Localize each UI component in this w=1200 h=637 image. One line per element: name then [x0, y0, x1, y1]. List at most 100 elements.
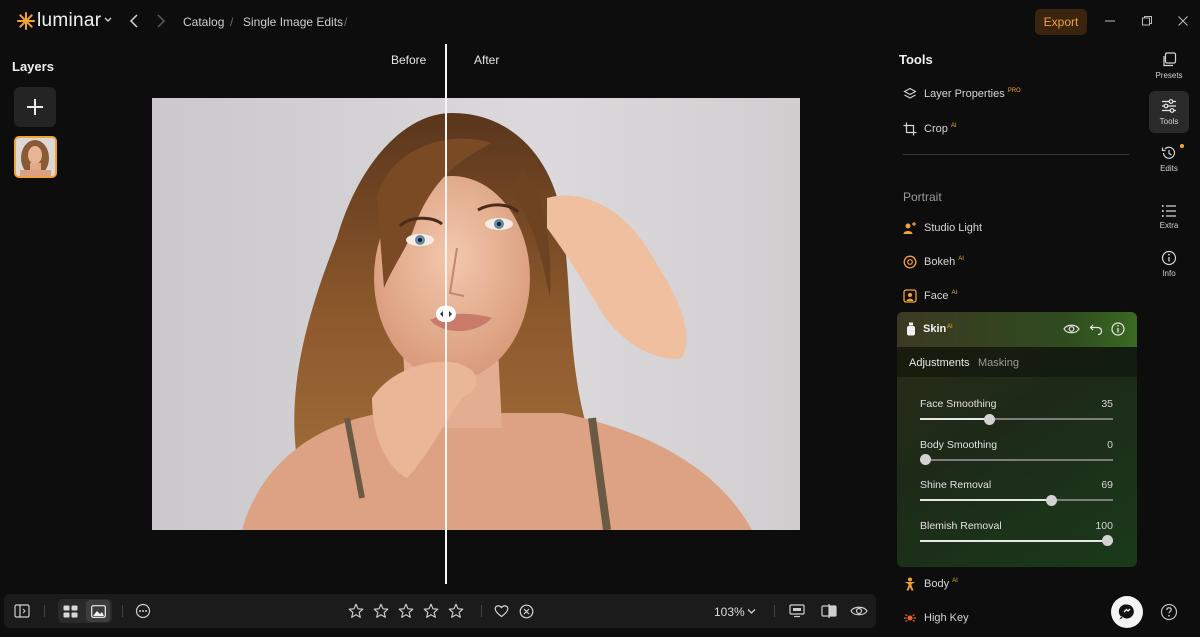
heart-icon [494, 605, 508, 618]
image-icon [90, 604, 106, 618]
tool-bokeh[interactable]: Bokeh AI [903, 252, 964, 272]
more-dots-icon [135, 603, 151, 619]
tool-high-key[interactable]: High Key [903, 608, 969, 628]
tab-adjustments[interactable]: Adjustments [909, 357, 970, 369]
ai-badge: AI [947, 324, 953, 330]
minimize-button[interactable] [1099, 10, 1121, 32]
help-icon[interactable] [1160, 603, 1178, 621]
single-image-view-button[interactable] [88, 601, 108, 621]
rating-star-2[interactable] [371, 601, 391, 621]
info-icon [1161, 250, 1177, 266]
tab-masking[interactable]: Masking [978, 357, 1019, 369]
bottom-toolbar: 103% [4, 594, 876, 628]
slider-label: Face Smoothing [920, 398, 997, 410]
slider-value[interactable]: 0 [1073, 439, 1113, 451]
preview-eye-button[interactable] [849, 601, 869, 621]
divider-drag-handle[interactable] [436, 306, 456, 322]
top-bar: luminar Catalog / Single Image Edits / E… [0, 0, 1200, 44]
skin-tool-header[interactable]: Skin AI [897, 312, 1137, 347]
tool-studio-light[interactable]: Studio Light [903, 218, 982, 238]
slider-knob[interactable] [1046, 494, 1057, 506]
ai-badge: AI [950, 122, 957, 129]
tool-label: High Key [924, 612, 969, 624]
close-window-button[interactable] [1172, 10, 1194, 32]
app-menu-chevron-icon[interactable] [103, 16, 113, 24]
sidebar-panel-icon [14, 604, 30, 618]
rail-info[interactable]: Info [1149, 243, 1189, 285]
star-icon [398, 603, 414, 618]
tool-face[interactable]: Face AI [903, 286, 957, 306]
tool-layer-properties[interactable]: Layer Properties PRO [903, 84, 1021, 104]
chat-assistant-button[interactable] [1111, 596, 1143, 628]
reject-button[interactable] [516, 601, 536, 621]
visibility-eye-icon[interactable] [1063, 323, 1080, 335]
plus-icon [27, 99, 43, 115]
rating-star-5[interactable] [446, 601, 466, 621]
slider-fill [920, 499, 1053, 501]
rating-star-3[interactable] [396, 601, 416, 621]
portrait-section-title: Portrait [903, 190, 942, 204]
reset-undo-icon[interactable] [1089, 322, 1103, 336]
layer-thumbnail[interactable] [14, 136, 57, 178]
list-icon [1161, 205, 1176, 217]
rail-tools[interactable]: Tools [1149, 91, 1189, 133]
ai-badge: AI [951, 289, 958, 296]
slider-value[interactable]: 69 [1073, 479, 1113, 491]
drag-arrows-icon [440, 311, 452, 317]
presets-icon [1163, 52, 1177, 67]
rail-label: Presets [1155, 71, 1183, 80]
info-icon[interactable] [1111, 322, 1125, 336]
grid-icon [63, 605, 77, 617]
slider-knob[interactable] [920, 454, 931, 465]
luminar-logo-icon [17, 12, 35, 30]
ai-badge: AI [952, 577, 958, 584]
before-after-toggle-button[interactable] [819, 601, 839, 621]
high-key-icon [904, 614, 916, 622]
rail-extra[interactable]: Extra [1149, 196, 1189, 238]
history-icon [1161, 146, 1176, 159]
pro-badge: PRO [1007, 87, 1021, 94]
tool-crop[interactable]: Crop AI [903, 119, 957, 139]
back-arrow-icon[interactable] [128, 13, 142, 29]
zoom-chevron-down-icon[interactable] [747, 608, 756, 615]
rail-presets[interactable]: Presets [1149, 45, 1189, 87]
breadcrumb-catalog[interactable]: Catalog [183, 15, 224, 29]
rail-label: Tools [1159, 117, 1179, 126]
close-icon [1178, 16, 1188, 26]
slider-knob[interactable] [984, 413, 995, 425]
star-icon [348, 603, 364, 618]
split-view-icon [821, 604, 837, 618]
restore-button[interactable] [1136, 10, 1158, 32]
add-layer-button[interactable] [14, 87, 56, 127]
slider-knob[interactable] [1102, 535, 1113, 546]
tool-label: Body [924, 578, 950, 590]
tool-label: Studio Light [924, 222, 983, 234]
tools-sliders-icon [1162, 99, 1176, 113]
rating-star-1[interactable] [346, 601, 366, 621]
more-options-button[interactable] [133, 601, 153, 621]
eye-icon [850, 606, 868, 616]
slider-value[interactable]: 100 [1073, 520, 1113, 532]
layer-thumbnail-image [16, 138, 55, 176]
portrait-photo [152, 98, 800, 530]
star-icon [423, 603, 439, 618]
toggle-sidebar-button[interactable] [12, 601, 32, 621]
slider-value[interactable]: 35 [1073, 398, 1113, 410]
breadcrumb-separator: / [230, 15, 234, 29]
zoom-level[interactable]: 103% [714, 605, 745, 619]
minimize-icon [1105, 20, 1115, 22]
photo-canvas[interactable] [152, 98, 800, 530]
tool-body[interactable]: Body AI [903, 574, 958, 594]
forward-arrow-icon[interactable] [153, 13, 167, 29]
slider-label: Blemish Removal [920, 519, 1002, 532]
grid-view-button[interactable] [60, 601, 80, 621]
breadcrumb-single-image-edits[interactable]: Single Image Edits [243, 15, 343, 29]
rail-label: Edits [1160, 164, 1178, 173]
export-button[interactable]: Export [1035, 9, 1087, 35]
favorite-button[interactable] [491, 601, 511, 621]
slider-fill [920, 539, 1113, 542]
rating-star-4[interactable] [421, 601, 441, 621]
chat-bubble-icon [1118, 604, 1134, 620]
compare-presets-button[interactable] [787, 601, 807, 621]
slider-track[interactable] [920, 458, 1113, 461]
